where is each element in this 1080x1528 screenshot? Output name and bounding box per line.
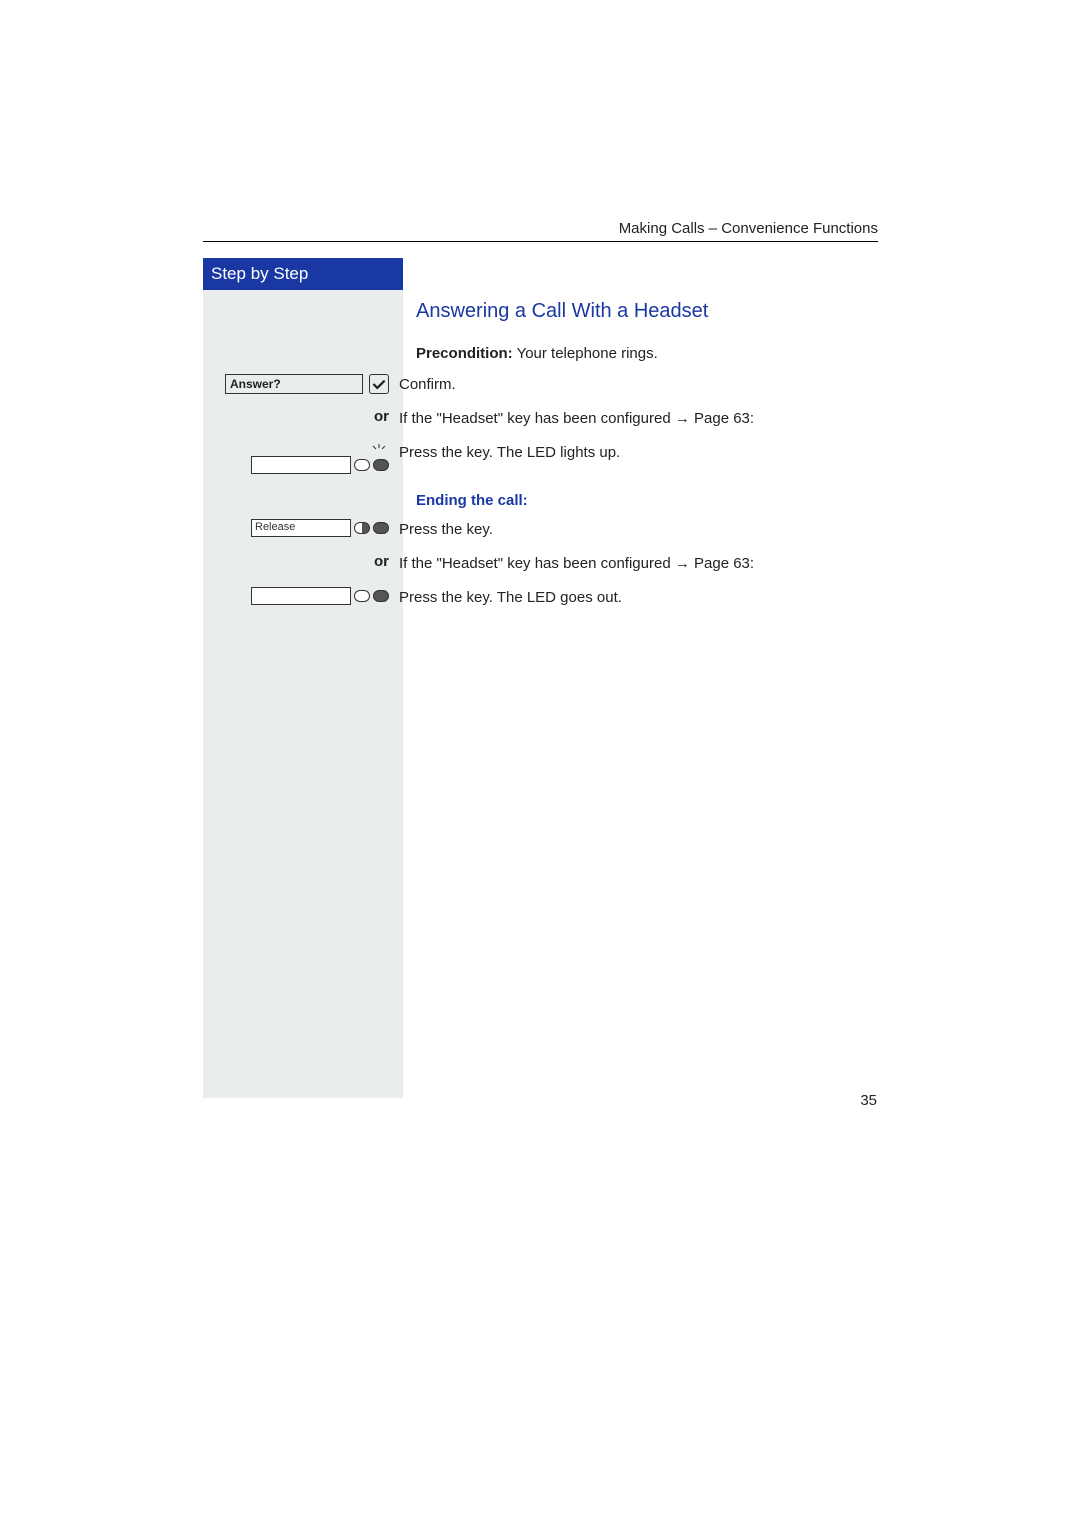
display-answer: Answer? — [225, 374, 363, 394]
precondition-label: Precondition: — [416, 345, 513, 362]
or-row-2: or If the "Headset" key has been configu… — [416, 553, 878, 579]
main-content: Answering a Call With a Headset Precondi… — [416, 300, 878, 621]
led-key-button-1 — [373, 459, 389, 471]
led-half-icon — [354, 522, 370, 534]
running-title-text: Making Calls – Convenience Functions — [619, 220, 878, 237]
press-led-on-text: Press the key. The LED lights up. — [399, 442, 620, 465]
release-row: Release Press the key. — [416, 519, 878, 545]
precondition-text: Your telephone rings. — [513, 345, 658, 362]
led-key-button-2 — [373, 522, 389, 534]
headset-config-text-2: If the "Headset" key has been configured… — [399, 553, 754, 576]
ending-the-call-heading: Ending the call: — [416, 492, 878, 509]
blank-key-1 — [251, 456, 351, 474]
blank-key-2 — [251, 587, 351, 605]
headset-config-text-1: If the "Headset" key has been configured… — [399, 408, 754, 431]
led-indicator-off — [354, 590, 370, 602]
or-label-1: or — [374, 408, 389, 425]
section-heading: Answering a Call With a Headset — [416, 300, 878, 323]
confirm-key-icon — [369, 374, 389, 394]
arrow-icon-2: → — [675, 555, 694, 572]
headset-key-row-on: Press the key. The LED lights up. — [416, 442, 878, 474]
precondition-line: Precondition: Your telephone rings. — [416, 343, 878, 366]
sidebar-title: Step by Step — [203, 258, 403, 290]
answer-row: Answer? Confirm. — [416, 374, 878, 400]
running-header: Making Calls – Convenience Functions — [203, 220, 878, 242]
press-key-text: Press the key. — [399, 519, 493, 542]
led-indicator-off-small — [354, 459, 370, 471]
page-number: 35 — [860, 1092, 877, 1109]
confirm-text: Confirm. — [399, 374, 456, 397]
release-key-label: Release — [251, 519, 351, 537]
or-label-2: or — [374, 553, 389, 570]
headset-key-row-off: Press the key. The LED goes out. — [416, 587, 878, 613]
arrow-icon: → — [675, 410, 694, 427]
press-led-off-text: Press the key. The LED goes out. — [399, 587, 622, 610]
or-row-1: or If the "Headset" key has been configu… — [416, 408, 878, 434]
led-flash-icon — [369, 442, 389, 456]
led-key-button-3 — [373, 590, 389, 602]
